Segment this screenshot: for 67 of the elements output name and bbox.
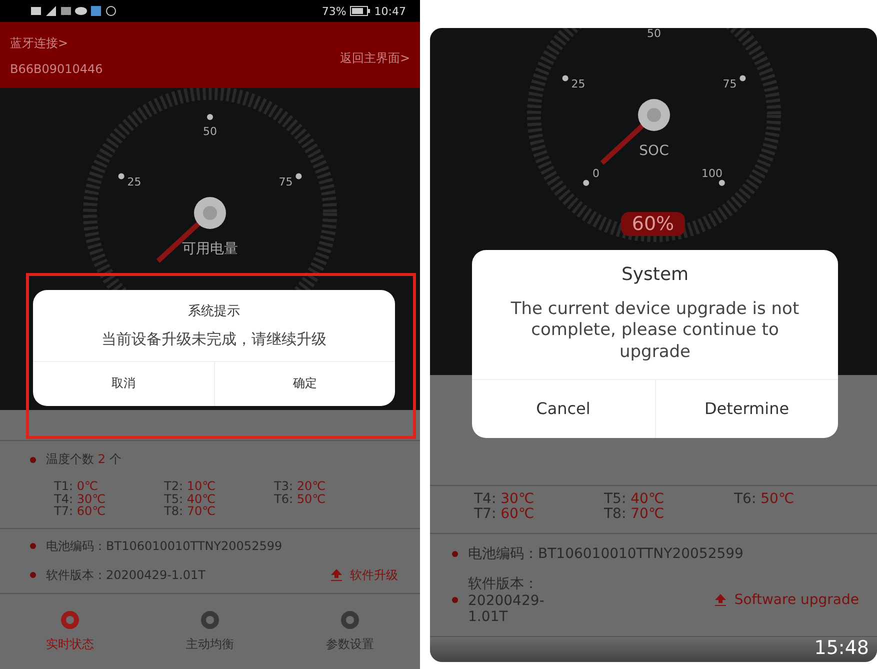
tick-label: 0 bbox=[592, 166, 600, 180]
dialog-title: System bbox=[621, 263, 689, 287]
temperature-reading: T8: 70℃ bbox=[164, 505, 217, 518]
back-link[interactable]: 返回主界面> bbox=[340, 50, 410, 67]
tick-dot bbox=[207, 114, 213, 120]
tick-label: 75 bbox=[278, 176, 293, 189]
temperature-reading: T7: 60℃ bbox=[54, 505, 107, 518]
dialog-button[interactable]: Cancel bbox=[472, 380, 654, 438]
tick-label: 50 bbox=[203, 125, 217, 138]
bullet-icon bbox=[30, 543, 36, 550]
tick-dot bbox=[118, 173, 124, 180]
temperature-reading: T6: 50℃ bbox=[274, 492, 327, 506]
tick-dot bbox=[582, 180, 589, 186]
temperature-reading: T1: 0℃ bbox=[54, 480, 99, 493]
temperature-reading: T7: 60℃ bbox=[474, 506, 536, 522]
tab-icon bbox=[59, 610, 81, 630]
status-time: 10:47 bbox=[374, 4, 406, 18]
dialog-message: 当前设备升级未完成，请继续升级 bbox=[100, 329, 328, 350]
battery-icon bbox=[350, 6, 370, 16]
gauge-label: 可用电量 bbox=[182, 241, 238, 257]
tick-dot bbox=[562, 75, 568, 82]
info-text: 软件版本：20200429-1.01T bbox=[46, 566, 206, 584]
gauge-needle bbox=[600, 99, 670, 165]
info-text: 软件版本： 20200429-1.01T bbox=[468, 575, 546, 626]
temperature-reading: T8: 70℃ bbox=[604, 506, 666, 522]
temperature-reading: T5: 40℃ bbox=[164, 492, 217, 506]
gauge-label: SOC bbox=[638, 143, 668, 159]
tick-dot bbox=[739, 75, 746, 82]
bullet-icon bbox=[452, 551, 458, 558]
signal-icon bbox=[45, 5, 57, 17]
bluetooth-link[interactable]: 蓝牙连接> bbox=[10, 34, 410, 52]
tab-icon bbox=[339, 610, 361, 630]
temperature-reading: T2: 10℃ bbox=[164, 480, 217, 493]
temperature-reading: T4: 30℃ bbox=[54, 492, 107, 506]
battery-percent: 73% bbox=[322, 4, 346, 18]
bullet-icon bbox=[452, 597, 458, 604]
info-text: 电池编码：BT106010010TTNY20052599 bbox=[46, 538, 282, 555]
dialog-button[interactable]: 确定 bbox=[214, 362, 395, 406]
tick-label: 75 bbox=[722, 78, 736, 91]
bullet-icon bbox=[30, 456, 36, 462]
dialog-button[interactable]: 取消 bbox=[33, 362, 214, 406]
tick-label: 25 bbox=[127, 176, 142, 189]
device-id: B66B09010446 bbox=[10, 62, 104, 76]
software-upgrade-link[interactable]: Software upgrade bbox=[715, 592, 859, 608]
temperature-count: 温度个数 2 个 bbox=[46, 451, 122, 468]
clock-overlay: 15:48 bbox=[814, 637, 869, 660]
software-upgrade-link[interactable]: 软件升级 bbox=[331, 566, 398, 584]
tab-icon bbox=[199, 610, 221, 630]
upload-arrow-icon bbox=[715, 594, 726, 606]
dialog-message: The current device upgrade is not complete, please continue to upgrade bbox=[510, 298, 800, 364]
nav-tab[interactable]: 主动均衡 bbox=[140, 608, 280, 654]
tick-dot bbox=[296, 173, 302, 180]
soc-reading: 60% bbox=[621, 212, 685, 236]
temperature-reading: T5: 40℃ bbox=[604, 492, 666, 507]
temperature-reading: T3: 20℃ bbox=[274, 480, 327, 493]
tick-label: 25 bbox=[570, 78, 585, 91]
tick-label: 50 bbox=[646, 28, 660, 40]
temperature-reading: T6: 50℃ bbox=[734, 492, 796, 507]
temperature-reading: T4: 30℃ bbox=[474, 492, 536, 507]
upload-arrow-icon bbox=[331, 569, 342, 582]
info-text: 电池编码：BT106010010TTNY20052599 bbox=[468, 545, 744, 564]
dialog-title: 系统提示 bbox=[188, 303, 240, 321]
dialog-button[interactable]: Determine bbox=[654, 380, 838, 438]
tick-label: 100 bbox=[700, 166, 722, 180]
nav-tab[interactable]: 参数设置 bbox=[280, 608, 420, 654]
tick-dot bbox=[718, 180, 724, 186]
bullet-icon bbox=[30, 572, 36, 578]
